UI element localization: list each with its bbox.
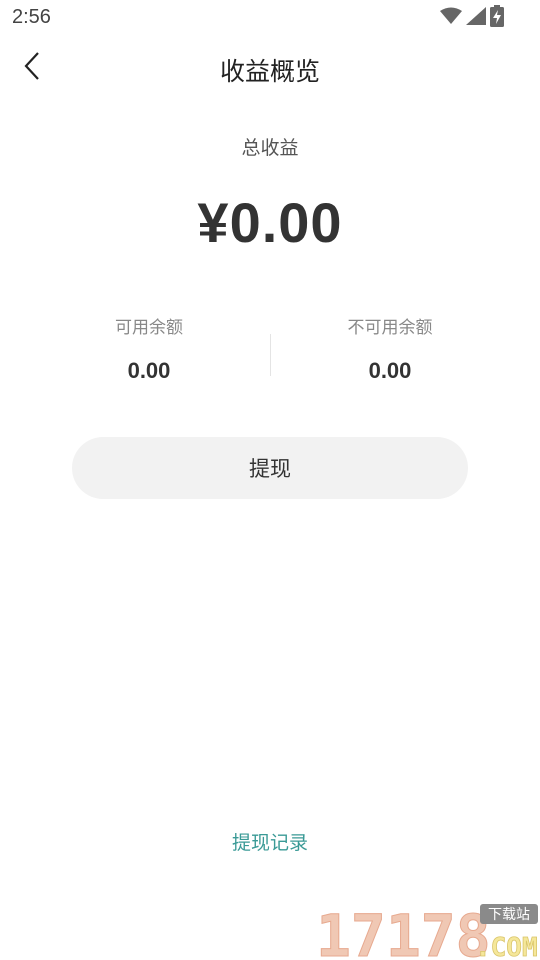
nav-bar: 收益概览 xyxy=(0,36,540,102)
wifi-icon xyxy=(440,7,462,29)
available-balance-value: 0.00 xyxy=(127,358,171,383)
unavailable-balance: 不可用余额 0.00 xyxy=(290,314,490,384)
status-time: 2:56 xyxy=(12,6,51,28)
total-earnings-label: 总收益 xyxy=(241,137,299,159)
status-bar: 2:56 xyxy=(0,0,540,36)
page-title: 收益概览 xyxy=(219,57,320,86)
svg-text:17178: 17178 xyxy=(316,902,491,960)
svg-text:下载站: 下载站 xyxy=(488,907,530,923)
svg-text:.COM: .COM xyxy=(475,933,538,960)
cell-signal-icon xyxy=(466,7,486,29)
app-screen: 2:56 收益概览 总收益 ¥0.00 可用余额 0.00 不可用余额 0.00… xyxy=(0,0,540,960)
unavailable-balance-value: 0.00 xyxy=(368,358,412,383)
available-balance: 可用余额 0.00 xyxy=(49,314,249,384)
site-watermark-logo: 17178 下载站 .COM xyxy=(312,898,540,960)
balance-row: 可用余额 0.00 不可用余额 0.00 xyxy=(0,314,540,394)
battery-charging-icon xyxy=(490,5,504,31)
balance-divider xyxy=(270,334,271,376)
withdraw-button[interactable]: 提现 xyxy=(72,437,468,499)
available-balance-label: 可用余额 xyxy=(115,318,183,338)
withdraw-history-link[interactable]: 提现记录 xyxy=(0,828,540,855)
total-earnings-amount: ¥0.00 xyxy=(197,191,343,254)
unavailable-balance-label: 不可用余额 xyxy=(347,318,433,338)
status-icons xyxy=(440,5,504,31)
